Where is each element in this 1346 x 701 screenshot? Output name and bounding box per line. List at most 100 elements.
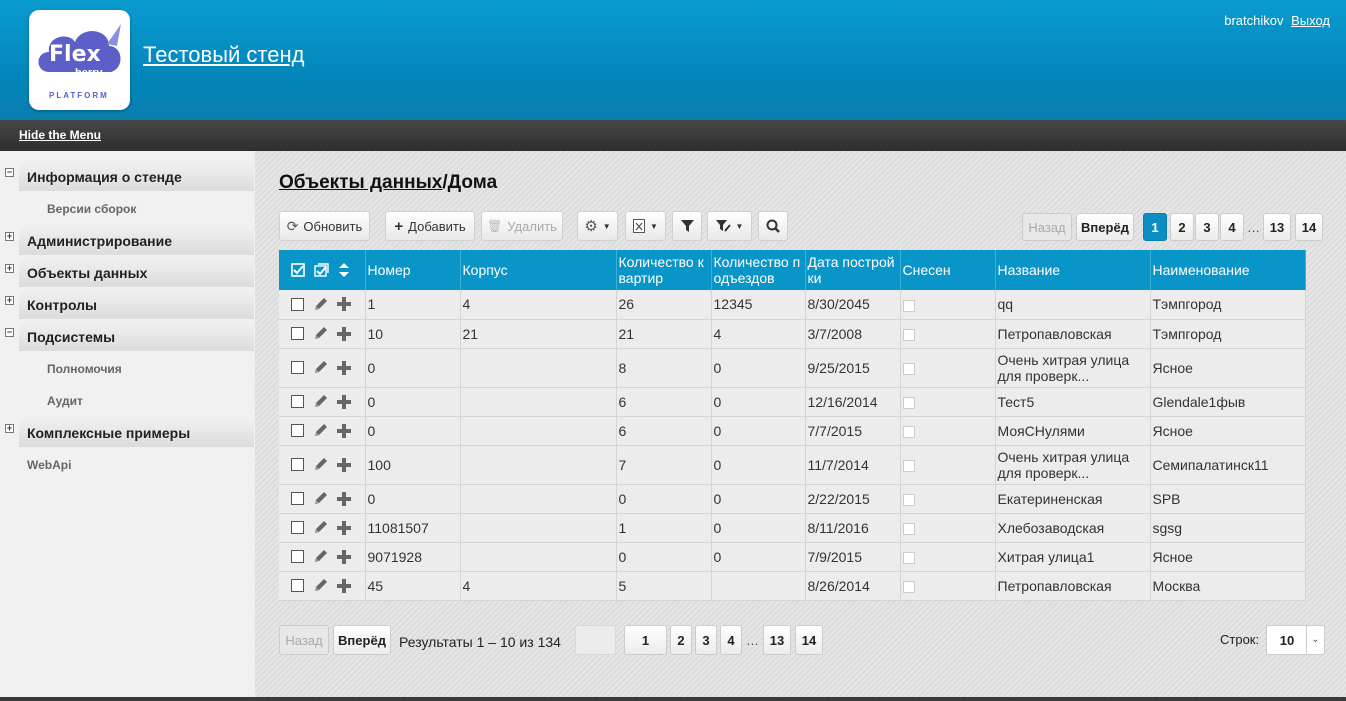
column-header-apartments[interactable]: Количество к​вартир — [616, 250, 712, 290]
settings-dropdown-button[interactable]: ⚙ ▼ — [577, 211, 618, 241]
pager-page-14[interactable]: 14 — [1295, 213, 1323, 241]
cell-entrances[interactable]: 0 — [711, 416, 806, 446]
search-button[interactable] — [758, 211, 788, 241]
cell-apartments[interactable]: 5 — [616, 571, 712, 601]
sidebar-item-permissions[interactable]: Полномочия — [47, 362, 122, 376]
cell-korpus[interactable]: 21 — [460, 319, 617, 349]
plus-icon[interactable] — [337, 491, 351, 506]
cell-korpus[interactable] — [460, 513, 617, 543]
table-row[interactable]: 0 8 0 9/25/2015 Очень хитрая улица для прове… — [279, 348, 1306, 388]
cell-title[interactable]: Glendale1фыв — [1150, 387, 1306, 417]
cell-number[interactable]: 0 — [365, 387, 461, 417]
cell-entrances[interactable] — [711, 571, 806, 601]
plus-icon[interactable] — [337, 326, 351, 341]
pager-page-4[interactable]: 4 — [1220, 213, 1244, 241]
expand-icon[interactable]: + — [5, 232, 14, 241]
row-select-checkbox[interactable] — [291, 579, 304, 592]
cell-number[interactable]: 10 — [365, 319, 461, 349]
cell-title[interactable]: Ясное — [1150, 542, 1306, 572]
cell-build-date[interactable]: 2/22/2015 — [805, 484, 901, 514]
cell-build-date[interactable]: 11/7/2014 — [805, 445, 901, 485]
check-all-icon[interactable] — [291, 263, 305, 277]
bottom-pager-page-14[interactable]: 14 — [795, 625, 823, 655]
cell-title[interactable]: sgsg — [1150, 513, 1306, 543]
bottom-pager-page-2[interactable]: 2 — [670, 625, 692, 655]
cell-name[interactable]: Очень хитрая улица для проверк... — [995, 348, 1151, 388]
cell-title[interactable]: Москва — [1150, 571, 1306, 601]
pager-prev-button[interactable]: Назад — [1022, 213, 1072, 241]
cell-name[interactable]: Екатериненская — [995, 484, 1151, 514]
cell-entrances[interactable]: 0 — [711, 513, 806, 543]
cell-build-date[interactable]: 8/11/2016 — [805, 513, 901, 543]
bottom-pager-page-13[interactable]: 13 — [763, 625, 791, 655]
column-header-demolished[interactable]: Снесен — [900, 250, 996, 290]
cell-apartments[interactable]: 1 — [616, 513, 712, 543]
plus-icon[interactable] — [337, 578, 351, 593]
cell-korpus[interactable] — [460, 542, 617, 572]
pencil-icon[interactable] — [313, 549, 328, 564]
cell-name[interactable]: Петропавловская — [995, 319, 1151, 349]
cell-build-date[interactable]: 8/26/2014 — [805, 571, 901, 601]
bottom-pager-page-3[interactable]: 3 — [695, 625, 717, 655]
cell-korpus[interactable] — [460, 348, 617, 388]
table-row[interactable]: 11081507 1 0 8/11/2016 Хлебозаводская sgsg — [279, 513, 1306, 543]
sidebar-item-admin[interactable]: Администрирование — [19, 227, 254, 255]
cell-build-date[interactable]: 7/7/2015 — [805, 416, 901, 446]
pager-page-1[interactable]: 1 — [1143, 213, 1167, 241]
filter-settings-button[interactable]: ▼ — [707, 211, 752, 241]
column-header-title[interactable]: Наименование — [1150, 250, 1306, 290]
cell-name[interactable]: Очень хитрая улица для проверк... — [995, 445, 1151, 485]
flexberry-logo[interactable]: Flex berry PLATFORM — [29, 10, 130, 110]
cell-apartments[interactable]: 26 — [616, 290, 712, 320]
collapse-icon[interactable]: − — [5, 328, 14, 337]
cell-title[interactable]: Семипалатинск11 — [1150, 445, 1306, 485]
cell-name[interactable]: Тест5 — [995, 387, 1151, 417]
filter-button[interactable] — [672, 211, 702, 241]
table-row[interactable]: 0 6 0 12/16/2014 Тест5 Glendale1фыв — [279, 387, 1306, 417]
cell-number[interactable]: 9071928 — [365, 542, 461, 572]
cell-number[interactable]: 11081507 — [365, 513, 461, 543]
cell-korpus[interactable] — [460, 445, 617, 485]
pencil-icon[interactable] — [313, 578, 328, 593]
plus-icon[interactable] — [337, 423, 351, 438]
bottom-pager-prev-button[interactable]: Назад — [279, 625, 329, 655]
cell-number[interactable]: 0 — [365, 416, 461, 446]
row-select-checkbox[interactable] — [291, 492, 304, 505]
plus-icon[interactable] — [337, 520, 351, 535]
delete-button[interactable]: 🗑 Удалить — [481, 211, 563, 241]
site-title-link[interactable]: Тестовый стенд — [143, 42, 304, 68]
cell-number[interactable]: 1 — [365, 290, 461, 320]
cell-korpus[interactable]: 4 — [460, 571, 617, 601]
check-all-pages-icon[interactable] — [314, 263, 330, 277]
expand-icon[interactable]: + — [5, 296, 14, 305]
cell-entrances[interactable]: 0 — [711, 542, 806, 572]
table-row[interactable]: 100 7 0 11/7/2014 Очень хитрая улица для про… — [279, 445, 1306, 485]
rows-per-page-select[interactable]: 10 ⌄ — [1266, 625, 1325, 655]
bottom-pager-page-4[interactable]: 4 — [720, 625, 742, 655]
pager-page-13[interactable]: 13 — [1263, 213, 1291, 241]
plus-icon[interactable] — [337, 297, 351, 312]
cell-korpus[interactable] — [460, 387, 617, 417]
cell-apartments[interactable]: 6 — [616, 416, 712, 446]
plus-icon[interactable] — [337, 394, 351, 409]
cell-number[interactable]: 0 — [365, 348, 461, 388]
hide-menu-link[interactable]: Hide the Menu — [19, 128, 101, 142]
cell-korpus[interactable]: 4 — [460, 290, 617, 320]
cell-entrances[interactable]: 0 — [711, 484, 806, 514]
cell-name[interactable]: Хлебозаводская — [995, 513, 1151, 543]
breadcrumb-link[interactable]: Объекты данных — [279, 172, 442, 193]
column-header-build-date[interactable]: Дата построй​ки — [805, 250, 901, 290]
cell-number[interactable]: 45 — [365, 571, 461, 601]
pencil-icon[interactable] — [313, 491, 328, 506]
plus-icon[interactable] — [337, 549, 351, 564]
pencil-icon[interactable] — [313, 457, 328, 472]
pencil-icon[interactable] — [313, 423, 328, 438]
collapse-icon[interactable]: − — [5, 168, 14, 177]
sidebar-item-info[interactable]: Информация о стенде — [19, 163, 254, 191]
table-row[interactable]: 0 0 0 2/22/2015 Екатериненская SPB — [279, 484, 1306, 514]
cell-apartments[interactable]: 6 — [616, 387, 712, 417]
table-row[interactable]: 1 4 26 12345 8/30/2045 qq Тэмпгород — [279, 290, 1306, 320]
add-button[interactable]: + Добавить — [385, 211, 475, 241]
column-header-korpus[interactable]: Корпус — [460, 250, 617, 290]
cell-name[interactable]: МояСНулями — [995, 416, 1151, 446]
